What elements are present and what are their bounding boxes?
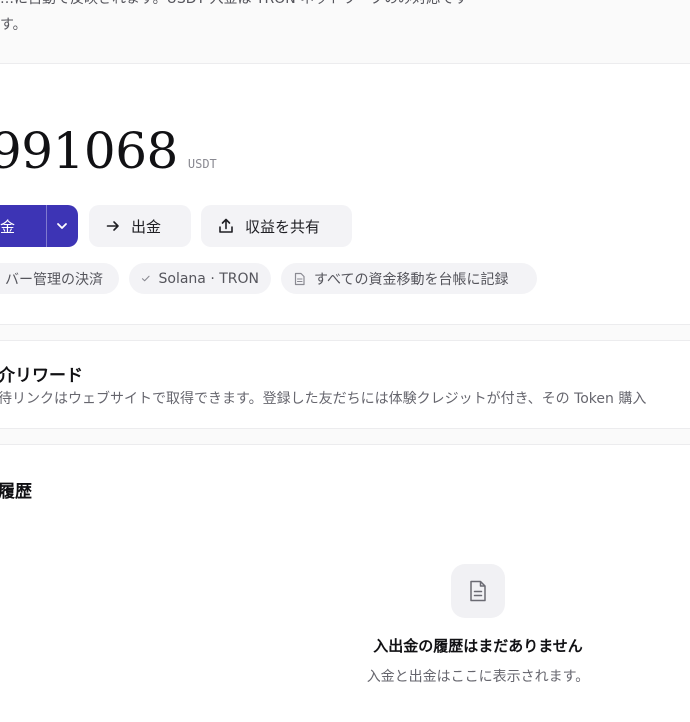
referral-title: 介リワード xyxy=(0,366,83,386)
document-icon xyxy=(294,272,305,285)
deposit-button-label[interactable]: 金 xyxy=(0,216,46,237)
empty-state-subtitle: 入金と出金はここに表示されます。 xyxy=(366,669,590,685)
share-earnings-button[interactable]: 収益を共有 xyxy=(201,205,352,247)
ledger-chip-label: すべての資金移動を台帳に記録 xyxy=(314,271,509,288)
ledger-chip: すべての資金移動を台帳に記録 xyxy=(281,263,537,294)
section-divider xyxy=(0,428,690,445)
network-chip-label: Solana · TRON xyxy=(158,270,260,287)
balance-unit: USDT xyxy=(187,157,217,171)
balance-value: 991068 xyxy=(0,122,178,180)
notice-line-1: …に自動で反映されます。USDT 入金は TRON ネットワークのみ対応です xyxy=(0,0,468,8)
chevron-down-icon xyxy=(57,223,68,229)
section-divider xyxy=(0,324,690,341)
share-upload-icon xyxy=(219,218,233,233)
arrow-right-icon xyxy=(106,221,119,231)
custody-chip: バー管理の決済 xyxy=(0,263,119,294)
share-button-label: 収益を共有 xyxy=(245,217,321,236)
balance-display: 991068 USDT xyxy=(0,122,217,180)
notice-line-2: す。 xyxy=(0,17,27,33)
document-icon xyxy=(470,580,486,602)
referral-description: 待リンクはウェブサイトで取得できます。登録した友だちには体験クレジットが付き、そ… xyxy=(0,391,647,407)
check-icon xyxy=(141,275,150,282)
empty-state-title: 入出金の履歴はまだありません xyxy=(373,637,583,655)
deposit-split-button[interactable]: 金 xyxy=(0,205,78,247)
deposit-notice: …に自動で反映されます。USDT 入金は TRON ネットワークのみ対応です す… xyxy=(0,0,690,64)
custody-chip-label: バー管理の決済 xyxy=(5,271,103,288)
history-title: 履歴 xyxy=(0,482,32,502)
network-chip: Solana · TRON xyxy=(129,263,271,294)
deposit-dropdown-button[interactable] xyxy=(47,205,78,247)
wallet-page: …に自動で反映されます。USDT 入金は TRON ネットワークのみ対応です す… xyxy=(0,0,690,722)
withdraw-button[interactable]: 出金 xyxy=(89,205,191,247)
withdraw-button-label: 出金 xyxy=(131,217,162,236)
empty-state-icon-box xyxy=(451,564,505,618)
